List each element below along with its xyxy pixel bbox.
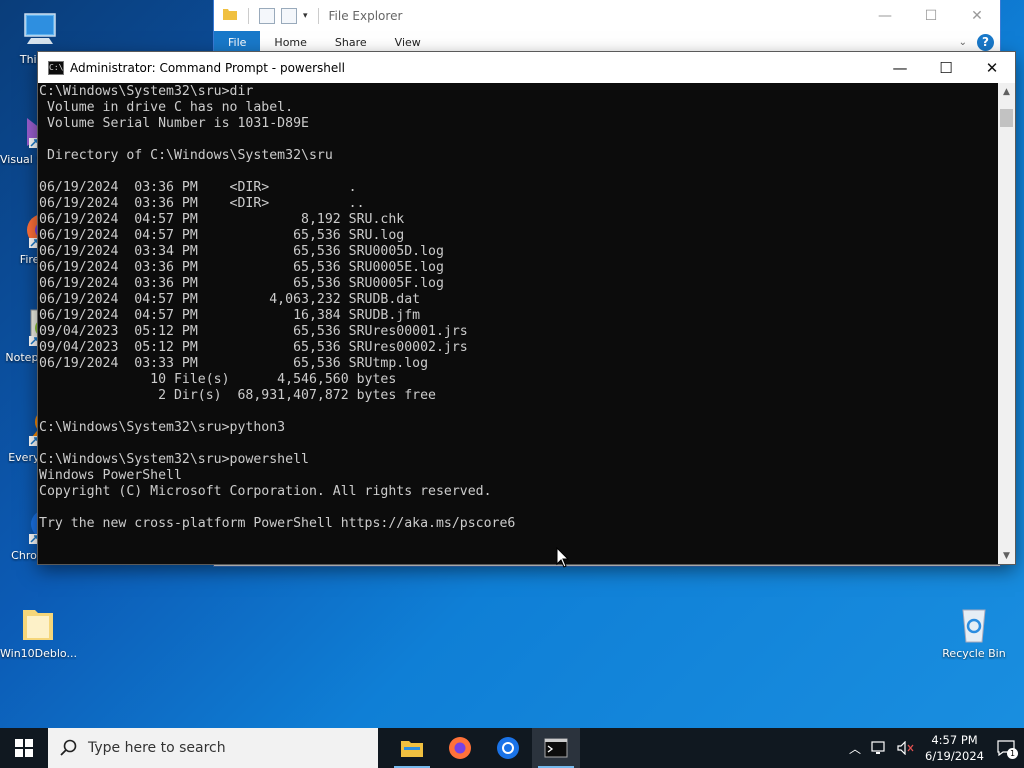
maximize-button[interactable]: ☐ bbox=[923, 52, 969, 83]
console-line: Volume in drive C has no label. bbox=[39, 100, 294, 115]
minimize-button[interactable]: — bbox=[862, 8, 908, 24]
console-line: Windows PowerShell bbox=[39, 468, 182, 483]
taskbar-command-prompt[interactable] bbox=[532, 728, 580, 768]
console-line: Directory of C:\Windows\System32\sru bbox=[39, 148, 333, 163]
toolbar-divider bbox=[317, 7, 319, 24]
clock-date: 6/19/2024 bbox=[925, 749, 984, 763]
console-line: Try the new cross-platform PowerShell ht… bbox=[39, 516, 516, 531]
console-line: 06/19/2024 03:36 PM 65,536 SRU0005F.log bbox=[39, 276, 444, 291]
taskbar-firefox[interactable] bbox=[436, 728, 484, 768]
firefox-icon bbox=[449, 737, 471, 759]
command-prompt-icon: C:\ bbox=[48, 60, 64, 75]
desktop-icon-win10debloat[interactable]: Win10Deblo... bbox=[0, 604, 76, 660]
folder-icon bbox=[17, 604, 59, 644]
file-explorer-icon bbox=[401, 741, 423, 757]
start-button[interactable] bbox=[0, 728, 48, 768]
taskbar: Type here to search ︿ 4:57 PM 6/19/2024 … bbox=[0, 728, 1024, 768]
windows-logo-icon bbox=[15, 739, 33, 757]
console-line: 06/19/2024 04:57 PM 8,192 SRU.chk bbox=[39, 212, 405, 227]
console-line: 06/19/2024 04:57 PM 16,384 SRUDB.jfm bbox=[39, 308, 421, 323]
tab-home[interactable]: Home bbox=[260, 31, 320, 53]
close-button[interactable]: ✕ bbox=[969, 52, 1015, 83]
scroll-up-icon[interactable]: ▲ bbox=[998, 83, 1015, 100]
explorer-window-controls: — ☐ ✕ bbox=[862, 8, 1000, 24]
quick-access-toolbar: ▾ bbox=[214, 7, 323, 24]
notification-count-badge: 1 bbox=[1007, 748, 1018, 759]
help-icon[interactable]: ? bbox=[977, 33, 994, 51]
taskbar-file-explorer[interactable] bbox=[388, 728, 436, 768]
console-line: 09/04/2023 05:12 PM 65,536 SRUres00001.j… bbox=[39, 324, 468, 339]
cmd-title: Administrator: Command Prompt - powershe… bbox=[70, 60, 345, 75]
this-pc-icon bbox=[19, 10, 61, 50]
console-line: 06/19/2024 03:33 PM 65,536 SRUtmp.log bbox=[39, 356, 429, 371]
maximize-button[interactable]: ☐ bbox=[908, 8, 954, 24]
command-prompt-window[interactable]: C:\ Administrator: Command Prompt - powe… bbox=[38, 52, 1015, 564]
desktop-icon-label: Win10Deblo... bbox=[0, 647, 76, 660]
console-line: 10 File(s) 4,546,560 bytes bbox=[39, 372, 397, 387]
taskbar-chrome[interactable] bbox=[484, 728, 532, 768]
console-line: C:\Windows\System32\sru>python3 bbox=[39, 420, 286, 435]
explorer-titlebar[interactable]: ▾ File Explorer — ☐ ✕ bbox=[214, 0, 1000, 31]
properties-icon[interactable] bbox=[259, 7, 275, 24]
scroll-down-icon[interactable]: ▼ bbox=[998, 547, 1015, 564]
vertical-scrollbar[interactable]: ▲ ▼ bbox=[998, 83, 1015, 564]
ribbon-tabs: File Home Share View ⌄ ? bbox=[214, 31, 1000, 53]
tab-view[interactable]: View bbox=[381, 31, 435, 53]
search-placeholder: Type here to search bbox=[88, 740, 226, 756]
chevron-down-icon[interactable]: ⌄ bbox=[959, 37, 967, 48]
taskbar-clock[interactable]: 4:57 PM 6/19/2024 bbox=[925, 732, 984, 764]
ribbon-right: ⌄ ? bbox=[959, 31, 1000, 53]
cmd-window-controls: — ☐ ✕ bbox=[877, 52, 1015, 83]
volume-muted-icon[interactable] bbox=[897, 741, 915, 755]
chevron-up-icon[interactable]: ︿ bbox=[849, 740, 861, 757]
command-prompt-icon bbox=[544, 738, 568, 758]
close-button[interactable]: ✕ bbox=[954, 8, 1000, 24]
network-icon[interactable] bbox=[871, 741, 887, 755]
console-line: C:\Windows\System32\sru>powershell bbox=[39, 452, 309, 467]
console-line: 06/19/2024 04:57 PM 65,536 SRU.log bbox=[39, 228, 405, 243]
system-tray: ︿ 4:57 PM 6/19/2024 1 bbox=[849, 728, 1024, 768]
mouse-cursor-icon bbox=[556, 546, 570, 573]
chevron-down-icon[interactable]: ▾ bbox=[303, 11, 308, 21]
chrome-icon bbox=[497, 737, 519, 759]
action-center-button[interactable]: 1 bbox=[994, 736, 1018, 760]
console-line: Copyright (C) Microsoft Corporation. All… bbox=[39, 484, 492, 499]
console-line: 06/19/2024 03:34 PM 65,536 SRU0005D.log bbox=[39, 244, 444, 259]
console-line: 06/19/2024 03:36 PM <DIR> .. bbox=[39, 196, 365, 211]
console-line: 06/19/2024 03:36 PM <DIR> . bbox=[39, 180, 357, 195]
taskbar-search-box[interactable]: Type here to search bbox=[48, 728, 378, 768]
folder-icon bbox=[222, 7, 238, 24]
console-line: 06/19/2024 03:36 PM 65,536 SRU0005E.log bbox=[39, 260, 444, 275]
desktop-icon-label: Recycle Bin bbox=[942, 647, 1006, 660]
console-output[interactable]: C:\Windows\System32\sru>dir Volume in dr… bbox=[39, 84, 998, 564]
console-line: Volume Serial Number is 1031-D89E bbox=[39, 116, 309, 131]
minimize-button[interactable]: — bbox=[877, 52, 923, 83]
new-folder-icon[interactable] bbox=[281, 7, 297, 24]
tab-file[interactable]: File bbox=[214, 31, 261, 53]
console-line: C:\Windows\System32\sru>dir bbox=[39, 84, 254, 99]
console-line: 09/04/2023 05:12 PM 65,536 SRUres00002.j… bbox=[39, 340, 468, 355]
console-line: 2 Dir(s) 68,931,407,872 bytes free bbox=[39, 388, 436, 403]
desktop-icon-recycle-bin[interactable]: Recycle Bin bbox=[936, 604, 1012, 660]
tab-share[interactable]: Share bbox=[321, 31, 381, 53]
console-line: 06/19/2024 04:57 PM 4,063,232 SRUDB.dat bbox=[39, 292, 421, 307]
search-icon bbox=[60, 739, 77, 756]
cmd-titlebar[interactable]: C:\ Administrator: Command Prompt - powe… bbox=[38, 52, 1015, 83]
recycle-bin-icon bbox=[953, 604, 995, 644]
scrollbar-thumb[interactable] bbox=[1000, 109, 1013, 127]
clock-time: 4:57 PM bbox=[931, 733, 978, 747]
toolbar-divider bbox=[248, 7, 249, 24]
explorer-title: File Explorer bbox=[328, 8, 403, 23]
